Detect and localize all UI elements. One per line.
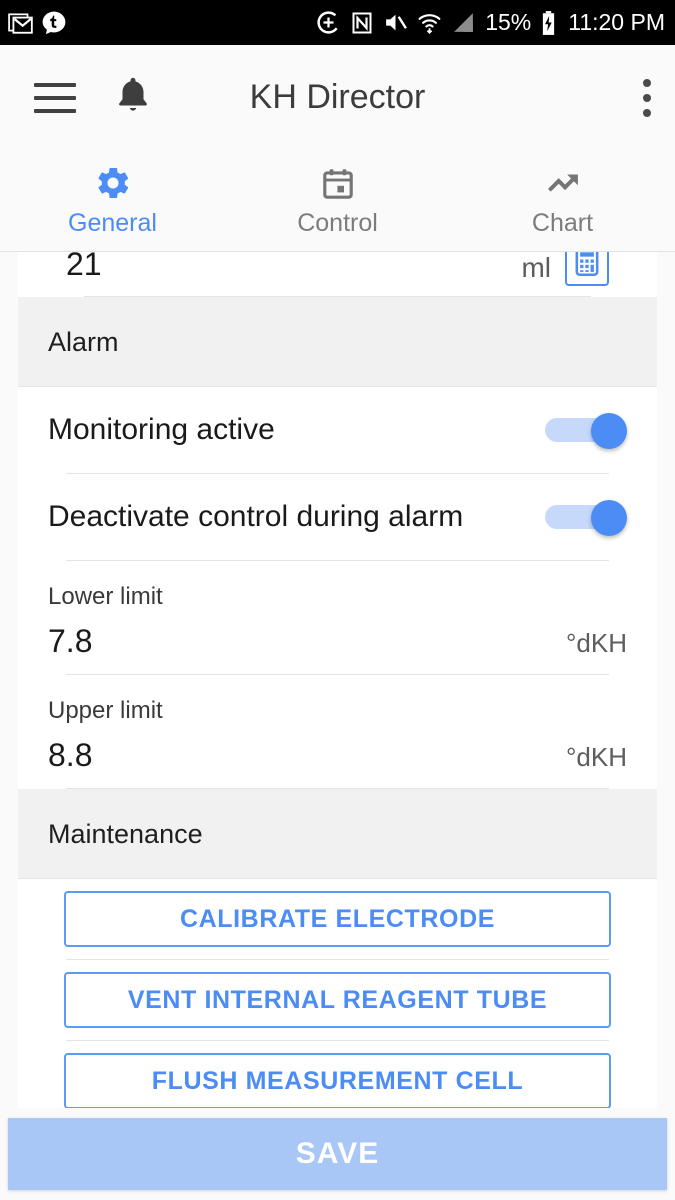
deactivate-control-toggle[interactable] xyxy=(545,500,627,536)
row-monitoring-active[interactable]: Monitoring active xyxy=(18,387,657,473)
volume-row-right: ml xyxy=(521,252,609,286)
status-bar-system: 15% 11:20 PM xyxy=(316,9,665,36)
row-deactivate-control[interactable]: Deactivate control during alarm xyxy=(18,474,657,560)
hamburger-icon[interactable] xyxy=(34,82,76,113)
battery-charging-icon xyxy=(540,10,557,36)
row-calibrate-electrode: CALIBRATE ELECTRODE xyxy=(18,879,657,959)
trending-up-icon xyxy=(544,164,582,202)
gmail-icon xyxy=(8,10,34,36)
section-header-alarm: Alarm xyxy=(18,297,657,387)
upper-limit-line: 8.8 °dKH xyxy=(48,737,627,774)
calibrate-electrode-button[interactable]: CALIBRATE ELECTRODE xyxy=(64,891,611,947)
signal-icon xyxy=(451,10,476,35)
nfc-icon xyxy=(350,11,374,35)
status-bar-notifications xyxy=(8,10,67,36)
upper-limit-caption: Upper limit xyxy=(48,697,163,724)
lower-limit-caption: Lower limit xyxy=(48,583,163,610)
row-upper-limit[interactable]: Upper limit 8.8 °dKH xyxy=(18,675,657,788)
tab-control-label: Control xyxy=(297,208,378,237)
tab-general-label: General xyxy=(68,208,157,237)
section-header-maintenance: Maintenance xyxy=(18,789,657,879)
partial-value-card: 21 ml xyxy=(18,252,657,297)
volume-value[interactable]: 21 xyxy=(66,252,102,280)
wifi-icon xyxy=(417,10,442,35)
settings-list[interactable]: 21 ml Alarm Monitoring active Deactivate… xyxy=(0,252,675,1108)
tab-bar: General Control Chart xyxy=(0,150,675,252)
monitoring-active-label: Monitoring active xyxy=(48,413,275,446)
lower-limit-value[interactable]: 7.8 xyxy=(48,623,92,660)
clock-label: 11:20 PM xyxy=(568,9,665,35)
monitoring-active-toggle[interactable] xyxy=(545,413,627,449)
tab-control[interactable]: Control xyxy=(225,150,450,251)
flush-measurement-cell-button[interactable]: FLUSH MEASUREMENT CELL xyxy=(64,1053,611,1108)
save-bar: SAVE xyxy=(0,1108,675,1200)
volume-unit: ml xyxy=(521,252,551,283)
more-vert-icon[interactable] xyxy=(643,78,653,117)
lower-limit-line: 7.8 °dKH xyxy=(48,623,627,660)
tab-chart[interactable]: Chart xyxy=(450,150,675,251)
toggle-thumb xyxy=(591,500,627,536)
vent-internal-reagent-tube-button[interactable]: VENT INTERNAL REAGENT TUBE xyxy=(64,972,611,1028)
volume-row[interactable]: 21 ml xyxy=(36,252,639,296)
battery-percent-label: 15% xyxy=(485,9,532,35)
app-bar: KH Director xyxy=(0,45,675,150)
row-flush-measurement-cell: FLUSH MEASUREMENT CELL xyxy=(18,1041,657,1108)
status-bar: 15% 11:20 PM xyxy=(0,0,675,45)
save-button[interactable]: SAVE xyxy=(8,1118,667,1190)
sync-icon xyxy=(316,10,341,35)
mute-icon xyxy=(383,10,408,35)
deactivate-control-label: Deactivate control during alarm xyxy=(48,500,464,533)
row-vent-reagent-tube: VENT INTERNAL REAGENT TUBE xyxy=(18,960,657,1040)
toggle-thumb xyxy=(591,413,627,449)
upper-limit-unit: °dKH xyxy=(566,742,627,772)
row-lower-limit[interactable]: Lower limit 7.8 °dKH xyxy=(18,561,657,674)
tab-chart-label: Chart xyxy=(531,208,594,237)
calendar-icon xyxy=(320,164,356,202)
page-title: KH Director xyxy=(249,78,426,116)
tumblr-icon xyxy=(41,10,67,36)
gear-icon xyxy=(94,164,132,202)
calculator-icon[interactable] xyxy=(565,252,609,286)
phone-screen: 15% 11:20 PM KH Director General Control… xyxy=(0,0,675,1200)
notification-bell-icon[interactable] xyxy=(112,74,154,121)
tab-general[interactable]: General xyxy=(0,150,225,251)
lower-limit-unit: °dKH xyxy=(566,628,627,658)
upper-limit-value[interactable]: 8.8 xyxy=(48,737,92,774)
